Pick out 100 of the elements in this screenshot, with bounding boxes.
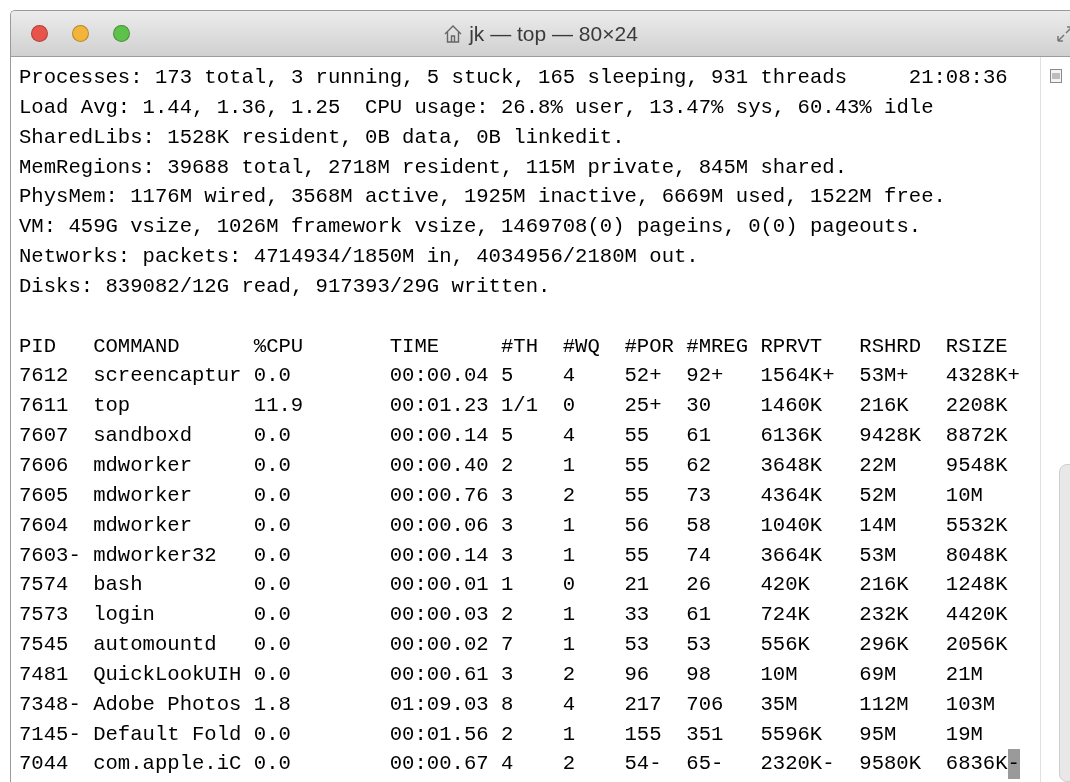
table-cell-text: 73 [686,482,711,509]
table-cell-text: 351 [686,721,724,748]
table-cell-text: 00:00.14 [389,542,489,569]
table-cell-text: 4 [562,423,576,450]
table-cell-text: 6136K [760,423,823,450]
column-header: #TH [500,334,539,358]
table-cell-text: 00:01.56 [389,721,489,748]
table-cell-text: mdworker32 [93,542,217,569]
table-cell-text: 30 [686,393,711,420]
table-cell-text: login [93,602,155,629]
status-line: MemRegions: 39688 total, 2718M resident, 115M private, 845M shared. [19,155,847,179]
column-header: PID [19,334,57,358]
status-line: SharedLibs: 1528K resident, 0B data, 0B linkedit. [19,125,625,149]
table-cell-text: 1248K [945,572,1008,599]
table-cell-text: 2 [562,482,576,509]
column-header: COMMAND [93,334,180,358]
table-cell-text: 0.0 [253,661,291,688]
table-cell-text: automountd [93,632,217,659]
table-cell-text: 0.0 [253,482,291,509]
column-header: #POR [624,334,674,358]
table-cell-text: 7604 [19,512,69,539]
table-cell-text: 62 [686,452,711,479]
split-view-icon[interactable] [1049,69,1062,83]
table-cell-text: 7481 [19,661,69,688]
table-cell-text: 53M+ [859,363,909,390]
table-cell-text: 232K [859,602,909,629]
table-cell-text: 0.0 [253,632,291,659]
table-cell-text: 61 [686,602,711,629]
resize-icon[interactable] [1056,25,1070,43]
table-cell-text: 7145- [19,721,81,748]
table-cell-text: 0.0 [253,452,291,479]
table-cell-text: 0 [562,393,576,420]
home-icon [443,24,464,44]
column-header: RPRVT [760,334,823,358]
table-cell-text: 1 [500,572,514,599]
table-cell-text: 69M [859,661,897,688]
table-cell-text: 7606 [19,452,69,479]
table-cell-text: 00:00.02 [389,632,489,659]
status-line: VM: 459G vsize, 1026M framework vsize, 1469708(0) pageins, 0(0) pageouts. [19,215,922,239]
table-cell-text: 103M [945,691,996,718]
clock-text: 21:08:36 [908,65,1008,91]
table-cell-text: bash [93,572,143,599]
table-cell-text: 5 [500,423,514,450]
table-cell-text: sandboxd [93,423,192,450]
table-cell-text: 9548K [945,452,1008,479]
table-cell-text: 1 [562,721,576,748]
column-header: RSIZE [945,334,1008,358]
table-cell-text: 7612 [19,363,69,390]
table-cell-text: 1 [562,452,576,479]
table-cell-text: 1 [562,512,576,539]
table-cell-text: 3 [500,661,514,688]
table-cell-text: 7545 [19,632,69,659]
table-cell-text: 0.0 [253,423,291,450]
table-cell-text: 5532K [945,512,1008,539]
table-cell-text: 724K [760,602,810,629]
table-cell-text: 52M [859,482,897,509]
table-cell-text: 35M [760,691,798,718]
table-cell-text: 26 [686,572,711,599]
table-cell-text: 00:01.23 [389,393,489,420]
table-cell-text: 5596K [760,721,823,748]
table-cell-text: 61 [686,423,711,450]
table-cell-text: 00:00.61 [389,661,489,688]
table-cell-text: 1/1 [500,393,539,420]
table-cell-text: 1 [562,632,576,659]
table-cell-text: 7348- [19,691,81,718]
table-cell-text: 5 [500,363,514,390]
table-cell-text: 01:09.03 [389,691,489,718]
text-cursor: - [1007,749,1020,780]
window-control[interactable] [31,25,48,42]
table-cell-text: 8872K [945,423,1008,450]
table-cell-text: 216K [859,572,909,599]
table-cell-text: top [93,393,131,420]
status-line: Processes: 173 total, 3 running, 5 stuck, 165 sleeping, 931 threads [19,65,847,91]
table-cell-text: 4 [562,691,576,718]
table-cell-text: 3 [500,482,514,509]
table-cell-text: 155 [624,721,662,748]
table-cell-text: 1.8 [253,691,291,718]
scrollbar-thumb[interactable] [1058,464,1070,782]
status-line: PhysMem: 1176M wired, 3568M active, 1925M inactive, 6669M used, 1522M free. [19,185,946,209]
table-cell-text: 216K [859,393,909,420]
table-cell-text: 95M [859,721,897,748]
table-cell-text: 112M [859,691,909,718]
window-control[interactable] [72,25,89,42]
table-cell-text: 54- [624,751,662,778]
table-cell-text: 00:00.04 [389,363,489,390]
table-cell-text: 9580K [859,751,922,778]
table-cell-text: 21 [624,572,650,599]
column-header: RSHRD [859,334,922,358]
window-control[interactable] [113,25,130,42]
table-cell-text: 1564K+ [760,363,835,390]
table-cell-text: 4420K [945,602,1008,629]
table-cell-text: 4 [500,751,514,778]
table-cell-text: 55 [624,452,650,479]
table-cell-text: 7 [500,632,514,659]
table-cell-text: 53 [686,632,711,659]
table-cell-text: QuickLookUIH [93,661,242,688]
table-cell-text: 00:00.67 [389,751,489,778]
table-cell-text: 92+ [686,363,724,390]
table-cell-text: 2 [500,602,514,629]
table-cell-text: 58 [686,512,711,539]
